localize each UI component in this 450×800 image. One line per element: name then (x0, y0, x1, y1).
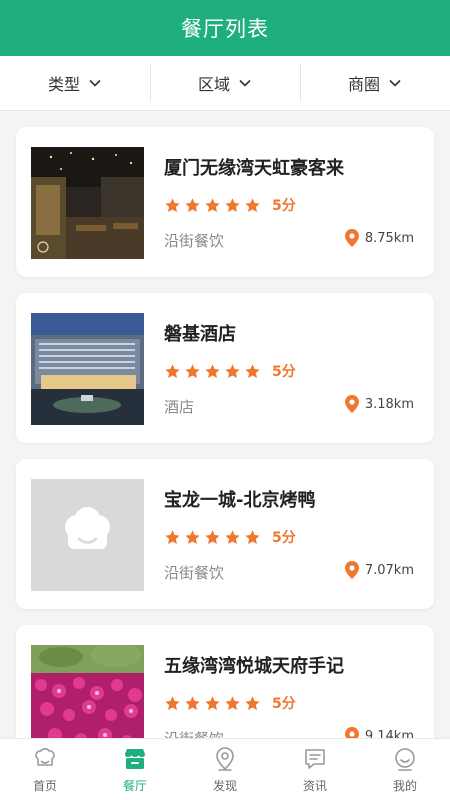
restaurant-list[interactable]: 厦门无缘湾天虹豪客来 5分 沿街餐饮 8.75km 磐基酒店 5分 酒店 3.1… (0, 112, 450, 738)
filter-type-label: 类型 (47, 75, 80, 94)
star-icon (245, 363, 260, 378)
distance: 3.18km (344, 395, 414, 413)
restaurant-category: 沿街餐饮 (164, 564, 225, 582)
restaurant-name: 厦门无缘湾天虹豪客来 (164, 158, 344, 179)
chevron-down-icon (89, 79, 101, 87)
filter-type[interactable]: 类型 (0, 56, 150, 110)
rating-score: 5分 (272, 198, 296, 214)
restaurant-category: 沿街餐饮 (164, 728, 224, 738)
restaurant-photo (31, 313, 144, 425)
rating-stars: 5分 (164, 693, 296, 713)
tab-news-label: 资讯 (302, 779, 327, 793)
distance-value: 7.07km (364, 562, 414, 578)
star-icon (245, 695, 260, 710)
bottom-tab-bar: 首页 餐厅 发现 资讯 我的 (0, 738, 450, 800)
page-title: 餐厅列表 (181, 17, 269, 41)
star-icon (185, 197, 200, 212)
restaurant-photo-placeholder (31, 479, 144, 591)
star-icon (205, 529, 220, 544)
tab-home-label: 首页 (32, 779, 57, 793)
news-message-icon (305, 749, 325, 769)
restaurant-name: 五缘湾湾悦城天府手记 (164, 656, 344, 677)
star-icon (225, 695, 240, 710)
tab-discover[interactable]: 发现 (180, 739, 270, 800)
restaurant-category: 沿街餐饮 (164, 232, 225, 250)
star-icon (245, 529, 260, 544)
rating-stars: 5分 (164, 195, 296, 215)
star-icon (245, 197, 260, 212)
star-icon (165, 529, 180, 544)
star-icon (165, 363, 180, 378)
star-icon (185, 363, 200, 378)
distance-value: 8.75km (364, 230, 414, 246)
restaurant-name: 宝龙一城-北京烤鸭 (164, 490, 316, 511)
location-pin-icon (344, 395, 359, 413)
restaurant-card[interactable]: 五缘湾湾悦城天府手记 5分 沿街餐饮 9.14km (16, 625, 434, 738)
filter-area-label: 区域 (197, 75, 230, 94)
distance-value: 3.18km (364, 396, 414, 412)
restaurant-name: 磐基酒店 (164, 324, 236, 345)
filter-bar: 类型 区域 商圈 (0, 56, 450, 111)
tab-profile[interactable]: 我的 (360, 739, 450, 800)
star-icon (225, 363, 240, 378)
tab-restaurant[interactable]: 餐厅 (90, 739, 180, 800)
app-header: 餐厅列表 (0, 0, 450, 56)
location-pin-icon (344, 727, 359, 738)
chevron-down-icon (389, 79, 401, 87)
filter-district[interactable]: 商圈 (300, 56, 450, 110)
tab-restaurant-label: 餐厅 (122, 779, 147, 793)
star-icon (165, 197, 180, 212)
rating-stars: 5分 (164, 361, 296, 381)
restaurant-card[interactable]: 磐基酒店 5分 酒店 3.18km (16, 293, 434, 443)
star-icon (205, 363, 220, 378)
location-pin-icon (344, 229, 359, 247)
distance: 7.07km (344, 561, 414, 579)
restaurant-card[interactable]: 宝龙一城-北京烤鸭 5分 沿街餐饮 7.07km (16, 459, 434, 609)
restaurant-card[interactable]: 厦门无缘湾天虹豪客来 5分 沿街餐饮 8.75km (16, 127, 434, 277)
star-icon (205, 695, 220, 710)
restaurant-photo (31, 645, 144, 738)
home-chef-hat-icon (35, 748, 55, 766)
distance: 8.75km (344, 229, 414, 247)
filter-district-label: 商圈 (347, 75, 380, 94)
star-icon (225, 529, 240, 544)
tab-news[interactable]: 资讯 (270, 739, 360, 800)
tab-discover-label: 发现 (212, 779, 237, 793)
chevron-down-icon (239, 79, 251, 87)
rating-score: 5分 (272, 364, 296, 380)
star-icon (225, 197, 240, 212)
restaurant-photo (31, 147, 144, 259)
star-icon (205, 197, 220, 212)
restaurant-store-icon (125, 749, 145, 769)
tab-profile-label: 我的 (392, 779, 417, 793)
star-icon (165, 695, 180, 710)
filter-area[interactable]: 区域 (150, 56, 300, 110)
rating-score: 5分 (272, 696, 296, 712)
rating-score: 5分 (272, 530, 296, 546)
location-pin-icon (344, 561, 359, 579)
tab-home[interactable]: 首页 (0, 739, 90, 800)
star-icon (185, 529, 200, 544)
distance: 9.14km (344, 727, 414, 739)
star-icon (185, 695, 200, 710)
location-pin-icon (216, 747, 234, 771)
profile-smiley-icon (395, 748, 415, 771)
rating-stars: 5分 (164, 527, 296, 547)
distance-value: 9.14km (364, 728, 414, 739)
restaurant-category: 酒店 (164, 398, 195, 416)
